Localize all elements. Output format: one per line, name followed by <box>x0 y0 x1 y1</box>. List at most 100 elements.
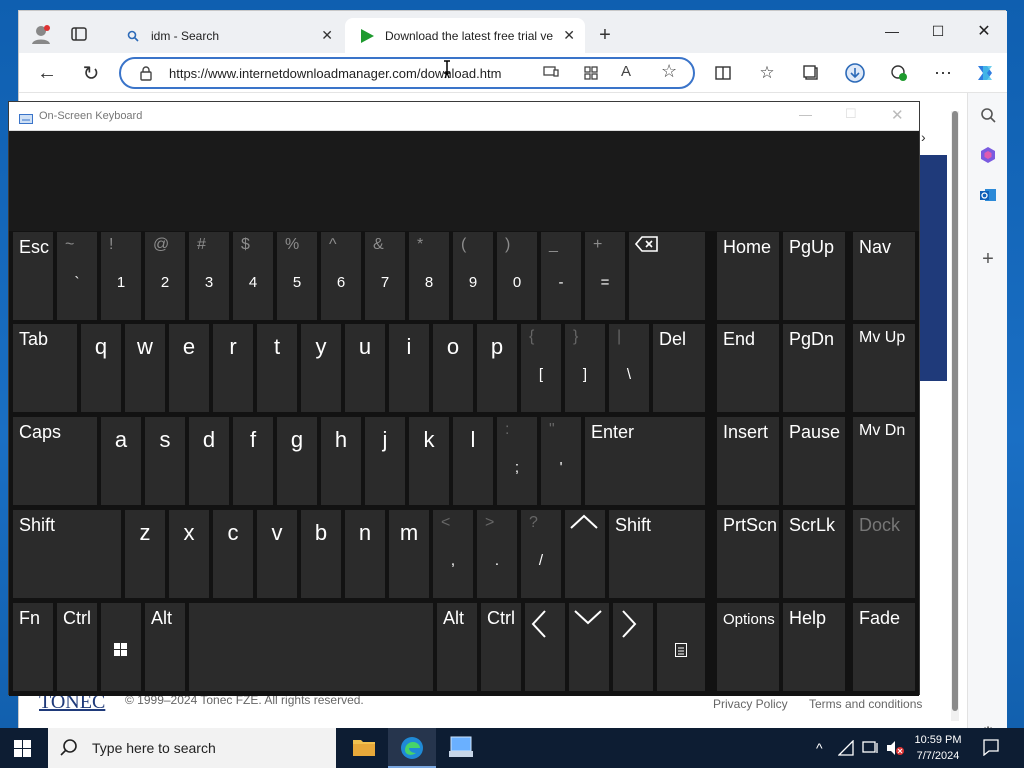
key-pgdn[interactable]: PgDn <box>783 324 845 412</box>
key-pause[interactable]: Pause <box>783 417 845 505</box>
tray-chevron-icon[interactable]: ^ <box>816 740 823 756</box>
downloads-icon[interactable] <box>841 59 869 87</box>
key-backtick[interactable]: ~ ` <box>57 232 97 320</box>
key-left-bracket[interactable]: {[ <box>521 324 561 412</box>
close-window-icon[interactable]: ✕ <box>961 17 1007 45</box>
key-home[interactable]: Home <box>717 232 779 320</box>
key-del[interactable]: Del <box>653 324 705 412</box>
key-n[interactable]: n <box>345 510 385 598</box>
key-equals[interactable]: + = <box>585 232 625 320</box>
file-explorer-icon[interactable] <box>352 736 376 763</box>
key-w[interactable]: w <box>125 324 165 412</box>
key-menu[interactable] <box>657 603 705 691</box>
key-a[interactable]: a <box>101 417 141 505</box>
key-d[interactable]: d <box>189 417 229 505</box>
key-dock[interactable]: Dock <box>853 510 915 598</box>
key-right-arrow[interactable] <box>613 603 653 691</box>
key-right-ctrl[interactable]: Ctrl <box>481 603 521 691</box>
search-icon[interactable] <box>974 101 1002 129</box>
key-q[interactable]: q <box>81 324 121 412</box>
key-l[interactable]: l <box>453 417 493 505</box>
key-esc[interactable]: Esc <box>13 232 53 320</box>
tab-search[interactable]: idm - Search ✕ <box>111 18 343 53</box>
key-7[interactable]: & 7 <box>365 232 405 320</box>
key-6[interactable]: ^ 6 <box>321 232 361 320</box>
back-icon[interactable]: ← <box>33 59 61 87</box>
key-comma[interactable]: <, <box>433 510 473 598</box>
favorites-icon[interactable]: ☆ <box>753 59 781 87</box>
key-quote[interactable]: " ' <box>541 417 581 505</box>
key-pgup[interactable]: PgUp <box>783 232 845 320</box>
key-z[interactable]: z <box>125 510 165 598</box>
key-mv-dn[interactable]: Mv Dn <box>853 417 915 505</box>
taskbar-search-box[interactable]: Type here to search <box>48 728 336 768</box>
split-screen-icon[interactable] <box>709 59 737 87</box>
key-left-arrow[interactable] <box>525 603 565 691</box>
key-insert[interactable]: Insert <box>717 417 779 505</box>
key-mv-up[interactable]: Mv Up <box>853 324 915 412</box>
key-0[interactable]: ) 0 <box>497 232 537 320</box>
key-m[interactable]: m <box>389 510 429 598</box>
key-up-arrow[interactable] <box>565 510 605 598</box>
network-icon[interactable] <box>837 739 856 761</box>
key-9[interactable]: (9 <box>453 232 493 320</box>
maximize-icon[interactable]: ☐ <box>915 17 961 45</box>
key-h[interactable]: h <box>321 417 361 505</box>
key-tab[interactable]: Tab <box>13 324 77 412</box>
privacy-policy-link[interactable]: Privacy Policy <box>713 697 788 711</box>
key-windows[interactable] <box>101 603 141 691</box>
extensions-icon[interactable] <box>885 59 913 87</box>
key-down-arrow[interactable] <box>569 603 609 691</box>
page-scrollbar[interactable] <box>951 111 959 721</box>
scroll-thumb[interactable] <box>952 111 958 711</box>
key-minus[interactable]: _ - <box>541 232 581 320</box>
clock[interactable]: 10:59 PM 7/7/2024 <box>908 732 968 764</box>
osk-minimize-icon[interactable]: — <box>799 107 812 122</box>
collections-icon[interactable] <box>797 59 825 87</box>
favorite-star-icon[interactable]: ☆ <box>661 61 677 82</box>
minimize-icon[interactable]: — <box>869 17 915 45</box>
osk-taskbar-icon[interactable] <box>448 736 474 763</box>
key-e[interactable]: e <box>169 324 209 412</box>
osk-title-bar[interactable]: On-Screen Keyboard — ☐ ✕ <box>9 102 919 131</box>
key-x[interactable]: x <box>169 510 209 598</box>
more-menu-icon[interactable]: ⋯ <box>929 59 957 87</box>
close-tab-icon[interactable]: ✕ <box>563 27 575 44</box>
key-left-shift[interactable]: Shift <box>13 510 121 598</box>
address-bar[interactable]: https://www.internetdownloadmanager.com/… <box>119 57 695 89</box>
key-left-ctrl[interactable]: Ctrl <box>57 603 97 691</box>
copilot-icon[interactable] <box>971 59 999 87</box>
terms-link[interactable]: Terms and conditions <box>809 697 922 711</box>
key-g[interactable]: g <box>277 417 317 505</box>
volume-muted-icon[interactable] <box>886 740 904 761</box>
device-icon[interactable] <box>862 740 880 761</box>
key-s[interactable]: s <box>145 417 185 505</box>
key-c[interactable]: c <box>213 510 253 598</box>
key-prtscn[interactable]: PrtScn <box>717 510 779 598</box>
copilot-sidebar-icon[interactable] <box>974 141 1002 169</box>
refresh-icon[interactable]: ↻ <box>77 59 105 87</box>
apps-icon[interactable] <box>583 65 599 86</box>
close-tab-icon[interactable]: ✕ <box>321 27 333 44</box>
key-b[interactable]: b <box>301 510 341 598</box>
key-right-bracket[interactable]: }] <box>565 324 605 412</box>
tab-actions-icon[interactable] <box>65 20 93 48</box>
edge-taskbar-button[interactable] <box>388 728 436 768</box>
key-p[interactable]: p <box>477 324 517 412</box>
outlook-icon[interactable] <box>974 181 1002 209</box>
key-semicolon[interactable]: :; <box>497 417 537 505</box>
key-slash[interactable]: ? / <box>521 510 561 598</box>
key-v[interactable]: v <box>257 510 297 598</box>
tab-download[interactable]: Download the latest free trial ve ✕ <box>345 18 585 53</box>
key-y[interactable]: y <box>301 324 341 412</box>
key-right-alt[interactable]: Alt <box>437 603 477 691</box>
key-backslash[interactable]: | \ <box>609 324 649 412</box>
key-2[interactable]: @2 <box>145 232 185 320</box>
key-help[interactable]: Help <box>783 603 845 691</box>
key-fade[interactable]: Fade <box>853 603 915 691</box>
key-backspace[interactable] <box>629 232 705 320</box>
key-3[interactable]: #3 <box>189 232 229 320</box>
start-button-icon[interactable] <box>14 740 32 763</box>
new-tab-icon[interactable]: + <box>591 21 619 49</box>
osk-close-icon[interactable]: ✕ <box>891 106 904 124</box>
